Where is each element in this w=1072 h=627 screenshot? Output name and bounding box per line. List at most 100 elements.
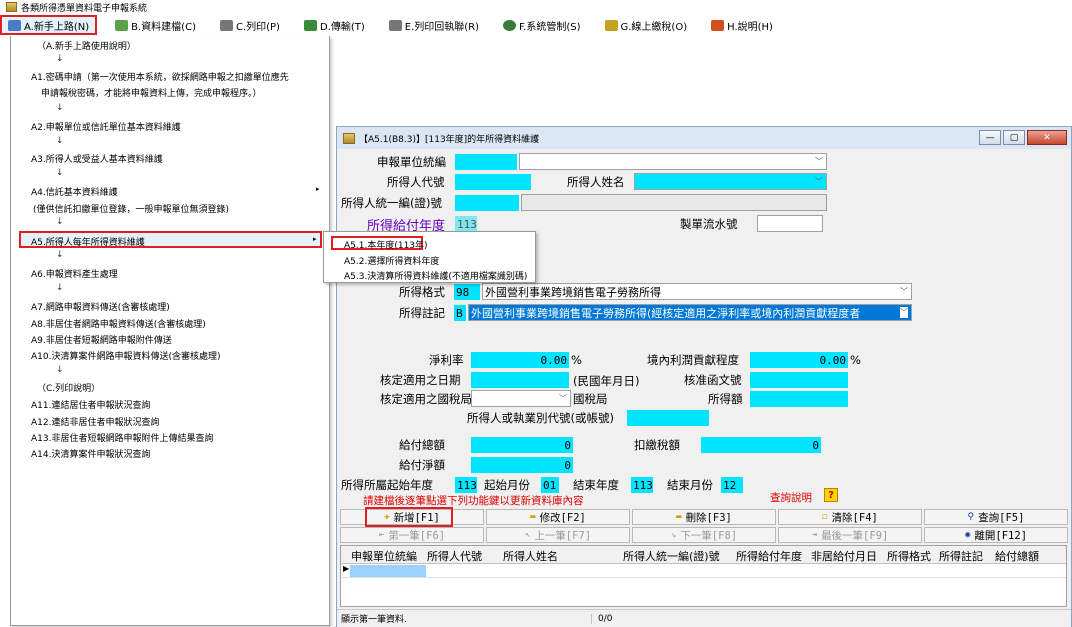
dropdown-item[interactable]: A3.所得人或受益人基本資料維護 — [31, 152, 163, 165]
menu-item-c[interactable]: C.列印(P) — [214, 15, 286, 35]
menu-item-g[interactable]: G.線上繳稅(O) — [599, 15, 694, 35]
dropdown-item[interactable]: A7.網路申報資料傳送(含審核處理) — [31, 300, 170, 313]
dropdown-item[interactable]: A11.連結居住者申報狀況查詢 — [31, 398, 150, 411]
help-icon[interactable]: ? — [824, 488, 838, 502]
note-select[interactable]: 外國營利事業跨境銷售電子勞務所得(經核定適用之淨利率或境內利潤貢獻程度者 ﹀ — [468, 304, 912, 321]
dropdown-item[interactable]: A9.非居住者短報網路申報附件傳送 — [31, 333, 172, 346]
column-header[interactable]: 申報單位統編 — [351, 548, 417, 564]
menubar: A.新手上路(N) B.資料建檔(C) C.列印(P) D.傳輸(T) E.列印… — [0, 14, 1072, 36]
menu-label: E.列印回執聯(R) — [404, 21, 480, 33]
next-button[interactable]: ↘ 下一筆[F8] — [632, 527, 776, 543]
income-amount-input[interactable] — [750, 391, 848, 407]
dropdown-item[interactable]: A14.決清算案件申報狀況查詢 — [31, 447, 150, 460]
dropdown-item-a5[interactable]: A5.所得人每年所得資料維護 — [31, 235, 145, 248]
dropdown-item[interactable]: A6.申報資料產生處理 — [31, 267, 118, 280]
end-month-label: 結束月份 — [667, 478, 713, 492]
serial-label: 製單流水號 — [680, 217, 738, 231]
submenu-arrow-icon: ▸ — [316, 185, 320, 193]
approve-doc-label: 核准函文號 — [684, 373, 742, 387]
form-icon — [115, 19, 129, 31]
end-month-input[interactable]: 12 — [721, 477, 743, 493]
column-header[interactable]: 給付總額 — [995, 548, 1039, 564]
query-help-label[interactable]: 查詢說明 — [770, 490, 812, 505]
tax-office-select[interactable]: ﹀ — [471, 390, 571, 407]
exec-code-input[interactable] — [627, 410, 709, 426]
arrow-down-icon: ↓ — [56, 365, 64, 375]
note-code-input[interactable]: B — [454, 305, 466, 321]
format-code-input[interactable]: 98 — [454, 284, 480, 300]
column-header[interactable]: 所得給付年度 — [736, 548, 802, 564]
profit-input[interactable]: 0.00 — [750, 352, 848, 368]
dropdown-item[interactable]: A10.決清算案件網路申報資料傳送(含審核處理) — [31, 349, 221, 362]
withhold-label: 扣繳稅額 — [634, 438, 680, 452]
query-button[interactable]: ⚲ 查詢[F5] — [924, 509, 1068, 525]
submenu-item-a5-3[interactable]: A5.3.決清算所得資料維護(不適用檔案識別碼) — [344, 269, 527, 282]
start-year-input[interactable]: 113 — [455, 477, 477, 493]
dropdown-item[interactable]: A2.申報單位或信託單位基本資料維護 — [31, 120, 181, 133]
button-label: 最後一筆[F9] — [821, 529, 889, 542]
menu-item-f[interactable]: F.系統管制(S) — [497, 15, 586, 35]
records-grid[interactable]: 申報單位統編 所得人代號 所得人姓名 所得人統一編(證)號 所得給付年度 非居給… — [340, 545, 1067, 607]
profit-label: 境內利潤貢獻程度 — [647, 353, 739, 367]
dropdown-item[interactable]: A4.信託基本資料維護 — [31, 185, 118, 198]
grid-cell-selected[interactable] — [350, 565, 426, 577]
income-name-select[interactable]: ﹀ — [634, 173, 827, 190]
year-input[interactable]: 113 — [455, 216, 477, 232]
maximize-button[interactable]: ▢ — [1003, 130, 1025, 145]
column-header[interactable]: 所得註記 — [939, 548, 983, 564]
dropdown-item[interactable]: A1.密碼申請（第一次使用本系統，欲採網路申報之扣繳單位應先 — [31, 70, 289, 83]
withhold-input[interactable]: 0 — [701, 437, 821, 453]
income-code-input[interactable] — [455, 174, 531, 190]
menu-item-h[interactable]: H.說明(H) — [705, 15, 779, 35]
note-value: 外國營利事業跨境銷售電子勞務所得(經核定適用之淨利率或境內利潤貢獻程度者 — [471, 306, 861, 320]
menu-item-d[interactable]: D.傳輸(T) — [298, 15, 371, 35]
net-rate-input[interactable]: 0.00 — [471, 352, 569, 368]
help-icon — [711, 19, 725, 31]
start-month-input[interactable]: 01 — [541, 477, 559, 493]
column-header[interactable]: 所得人姓名 — [503, 548, 558, 564]
approve-doc-input[interactable] — [750, 372, 848, 388]
submenu-a5: A5.1.本年度(113年) A5.2.選擇所得資料年度 A5.3.決清算所得資… — [323, 231, 536, 283]
total-pay-input[interactable]: 0 — [471, 437, 573, 453]
table-row[interactable]: ▶ — [341, 564, 1066, 578]
end-year-input[interactable]: 113 — [631, 477, 653, 493]
app-title-bar: 各類所得憑單資料電子申報系統 — [0, 0, 1072, 14]
close-button[interactable]: ✕ — [1027, 130, 1067, 145]
menu-item-a[interactable]: A.新手上路(N) — [0, 15, 98, 35]
menu-item-b[interactable]: B.資料建檔(C) — [109, 15, 202, 35]
uid-input[interactable] — [455, 195, 519, 211]
column-header[interactable]: 非居給付月日 — [811, 548, 877, 564]
column-header[interactable]: 所得格式 — [887, 548, 931, 564]
submenu-item-a5-1[interactable]: A5.1.本年度(113年) — [344, 238, 428, 251]
format-select[interactable]: 外國營利事業跨境銷售電子勞務所得 ﹀ — [482, 283, 912, 300]
edit-button[interactable]: ▬ 修改[F2] — [486, 509, 630, 525]
column-header[interactable]: 所得人代號 — [427, 548, 482, 564]
end-year-label: 結束年度 — [573, 478, 619, 492]
dropdown-item[interactable]: A8.非居住者網路申報資料傳送(含審核處理) — [31, 317, 206, 330]
first-button[interactable]: ⇤ 第一筆[F6] — [340, 527, 484, 543]
button-label: 修改[F2] — [539, 511, 586, 524]
printer-icon — [219, 19, 233, 31]
dropdown-item[interactable]: A12.連結非居住者申報狀況查詢 — [31, 415, 159, 428]
approve-date-input[interactable] — [471, 372, 569, 388]
prev-button[interactable]: ↖ 上一筆[F7] — [486, 527, 630, 543]
minimize-button[interactable]: — — [979, 130, 1001, 145]
dropdown-item[interactable]: （A.新手上路使用說明） — [37, 39, 136, 52]
unit-id-input[interactable] — [455, 154, 517, 170]
approve-date-hint: (民國年月日) — [573, 374, 640, 388]
dropdown-item[interactable]: 申請報稅密碼，才能將申報資料上傳，完成申報程序。） — [41, 86, 262, 99]
dropdown-item[interactable]: A13.非居住者短報網路申報附件上傳結果查詢 — [31, 431, 213, 444]
delete-button[interactable]: ▬ 刪除[F3] — [632, 509, 776, 525]
unit-id-select[interactable]: ﹀ — [519, 153, 827, 170]
clear-button[interactable]: ◻ 清除[F4] — [778, 509, 922, 525]
submenu-item-a5-2[interactable]: A5.2.選擇所得資料年度 — [344, 254, 439, 267]
last-button[interactable]: ⇥ 最後一筆[F9] — [778, 527, 922, 543]
serial-input[interactable] — [757, 215, 823, 232]
exit-button[interactable]: ◉ 離開[F12] — [924, 527, 1068, 543]
net-pay-input[interactable]: 0 — [471, 457, 573, 473]
gear-icon — [503, 19, 517, 31]
dropdown-item[interactable]: （C.列印說明） — [37, 381, 100, 394]
menu-item-e[interactable]: E.列印回執聯(R) — [383, 15, 485, 35]
column-header[interactable]: 所得人統一編(證)號 — [623, 548, 720, 564]
button-label: 刪除[F3] — [685, 511, 732, 524]
